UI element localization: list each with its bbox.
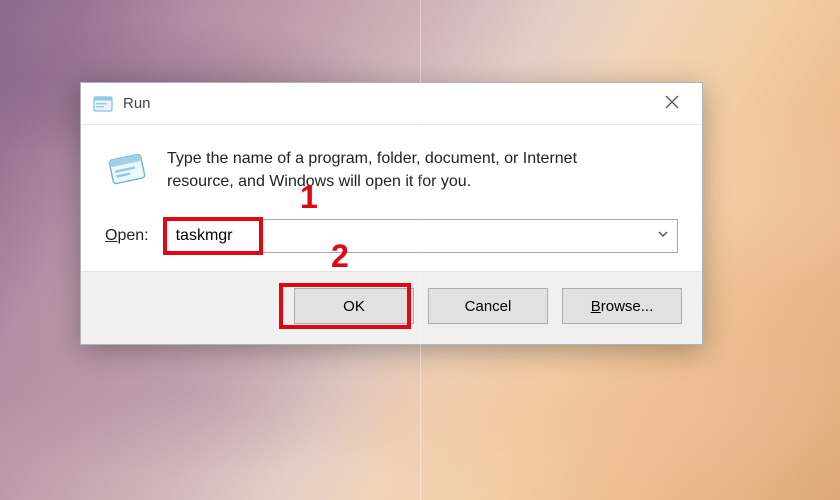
ok-button[interactable]: OK [294, 288, 414, 324]
run-icon [93, 94, 113, 114]
open-combobox[interactable]: taskmgr [165, 219, 678, 253]
open-input-value: taskmgr [176, 227, 233, 245]
cancel-button[interactable]: Cancel [428, 288, 548, 324]
open-label: Open: [105, 227, 149, 245]
browse-button[interactable]: Browse... [562, 288, 682, 324]
button-bar: OK Cancel Browse... 2 [81, 271, 702, 344]
close-button[interactable] [652, 89, 692, 119]
dialog-description: Type the name of a program, folder, docu… [167, 147, 637, 193]
run-dialog: Run Type the name of a program, folder [80, 82, 703, 345]
chevron-down-icon[interactable] [657, 227, 669, 245]
dialog-body: Type the name of a program, folder, docu… [81, 125, 702, 271]
run-large-icon [105, 147, 149, 191]
close-icon [665, 95, 679, 112]
dialog-title: Run [123, 95, 151, 112]
titlebar[interactable]: Run [81, 83, 702, 125]
